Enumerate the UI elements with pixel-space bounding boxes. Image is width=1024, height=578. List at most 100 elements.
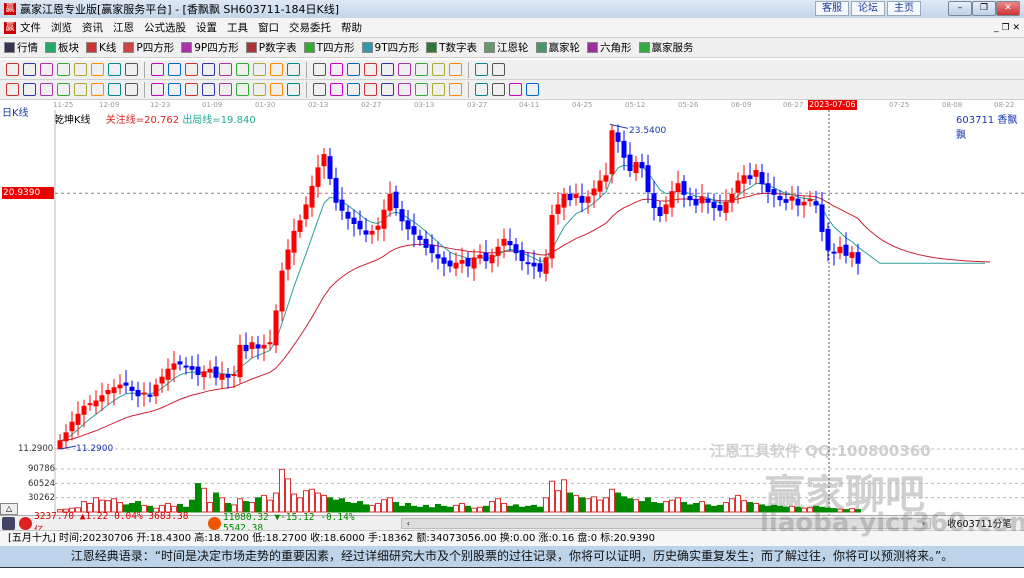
toolbar-button[interactable]: P四方形 (123, 40, 174, 55)
doc-icon[interactable] (40, 63, 53, 76)
target-icon[interactable] (202, 83, 215, 96)
expand-icon[interactable] (253, 63, 266, 76)
menu-item[interactable]: 工具 (227, 20, 248, 35)
toolbar-button[interactable]: 赢家轮 (535, 40, 580, 55)
infinity-icon[interactable] (526, 83, 539, 96)
kline-chart[interactable] (0, 110, 1024, 515)
toolbar-button[interactable]: 江恩轮 (484, 40, 529, 55)
toolbar-button[interactable]: 板块 (45, 40, 79, 55)
menu-item[interactable]: 资讯 (82, 20, 103, 35)
wave-icon[interactable] (253, 83, 266, 96)
down-icon[interactable] (313, 63, 326, 76)
toolbar-button[interactable]: T数字表 (426, 40, 477, 55)
first-icon[interactable] (151, 63, 164, 76)
toolbar-button[interactable]: 行情 (4, 40, 38, 55)
last-icon[interactable] (168, 63, 181, 76)
toolbar-separator (468, 61, 469, 78)
restore-button[interactable]: ❐ (972, 1, 996, 16)
cursor-icon[interactable] (91, 63, 104, 76)
menu-item[interactable]: 设置 (196, 20, 217, 35)
volume-bar (729, 498, 735, 513)
link-icon[interactable] (23, 63, 36, 76)
gann-fan2-icon[interactable] (57, 83, 70, 96)
volume-bar (507, 505, 513, 513)
time-icon[interactable] (270, 83, 283, 96)
rect-icon[interactable] (347, 83, 360, 96)
home-link[interactable]: 主页 (887, 1, 921, 16)
service-link[interactable]: 客服 (815, 1, 849, 16)
report-icon[interactable] (449, 63, 462, 76)
up-icon[interactable] (287, 63, 300, 76)
circle-icon[interactable] (125, 83, 138, 96)
right-icon[interactable] (202, 63, 215, 76)
time2-icon[interactable] (287, 83, 300, 96)
calc-icon[interactable] (432, 63, 445, 76)
period-icon[interactable] (6, 63, 19, 76)
toolbar-button[interactable]: T四方形 (303, 40, 355, 55)
chart-down-icon[interactable] (74, 63, 87, 76)
collapse-button[interactable]: △ (0, 503, 18, 515)
ratio-icon[interactable] (168, 83, 181, 96)
toolbar-button[interactable]: P数字表 (245, 40, 297, 55)
toolbar-button[interactable]: 六角形 (587, 40, 632, 55)
line-icon[interactable] (364, 63, 377, 76)
star-icon[interactable] (219, 83, 232, 96)
arc-icon[interactable] (91, 83, 104, 96)
candle-body (351, 217, 357, 224)
stats-icon[interactable] (398, 63, 411, 76)
cycle-icon[interactable] (313, 83, 326, 96)
gann-fan-icon[interactable] (40, 83, 53, 96)
grid2-icon[interactable] (381, 83, 394, 96)
menu-item[interactable]: 帮助 (341, 20, 362, 35)
toolbar-button[interactable]: 9P四方形 (181, 40, 239, 55)
toolbar-button[interactable]: K线 (86, 40, 116, 55)
fan-icon[interactable] (364, 83, 377, 96)
menu-item[interactable]: 浏览 (51, 20, 72, 35)
fibo-icon[interactable] (74, 83, 87, 96)
mesh2-icon[interactable] (475, 83, 488, 96)
mesh-icon[interactable] (449, 83, 462, 96)
toolbar-button[interactable]: 9T四方形 (361, 40, 419, 55)
left-icon[interactable] (185, 63, 198, 76)
refresh-icon[interactable] (108, 63, 121, 76)
network-icon[interactable] (492, 63, 505, 76)
menu-item[interactable]: 交易委托 (289, 20, 331, 35)
hand-icon[interactable] (330, 63, 343, 76)
shrink-icon[interactable] (270, 63, 283, 76)
zigzag-icon[interactable] (432, 83, 445, 96)
minimize-button[interactable]: – (948, 1, 972, 16)
chart-up-icon[interactable] (57, 63, 70, 76)
crosshair-icon[interactable] (347, 63, 360, 76)
pen-icon[interactable] (6, 83, 19, 96)
parallel-icon[interactable] (151, 83, 164, 96)
menu-item[interactable]: 文件 (20, 20, 41, 35)
volume-bar (747, 502, 753, 513)
lines-icon[interactable] (492, 83, 505, 96)
menu-item[interactable]: 江恩 (113, 20, 134, 35)
mdi-controls[interactable]: _ ❐ ✕ (994, 23, 1020, 33)
triangle-icon[interactable] (185, 83, 198, 96)
toolbar-button[interactable]: 赢家服务 (638, 40, 694, 55)
formula-icon[interactable] (381, 63, 394, 76)
box-icon[interactable] (236, 83, 249, 96)
menu-item[interactable]: 公式选股 (144, 20, 186, 35)
cycle2-icon[interactable] (330, 83, 343, 96)
zoom-in-icon[interactable] (219, 63, 232, 76)
zoom-out-icon[interactable] (236, 63, 249, 76)
candle-body (627, 154, 633, 171)
candle-body (591, 188, 597, 196)
grid-icon[interactable] (23, 83, 36, 96)
volume-bar (477, 506, 483, 513)
close-button[interactable]: ✕ (996, 1, 1020, 16)
color-icon[interactable] (509, 83, 522, 96)
calculator-icon[interactable] (2, 516, 15, 530)
angle-icon[interactable] (108, 83, 121, 96)
volume-bar (699, 501, 705, 513)
forum-link[interactable]: 论坛 (851, 1, 885, 16)
flag-icon[interactable] (125, 63, 138, 76)
save-icon[interactable] (475, 63, 488, 76)
calendar-icon[interactable] (415, 63, 428, 76)
grid3-icon[interactable] (398, 83, 411, 96)
menu-item[interactable]: 窗口 (258, 20, 279, 35)
ray-icon[interactable] (415, 83, 428, 96)
